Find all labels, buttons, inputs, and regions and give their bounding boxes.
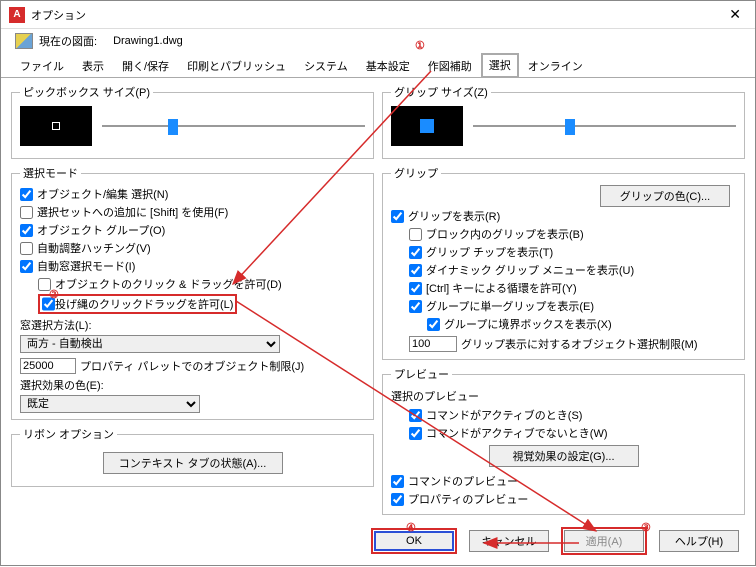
grip-group: グリップ グリップの色(C)... グリップを表示(R) ブロック内のグリップを… [382, 165, 745, 360]
chk-grip-ctrl[interactable] [409, 282, 422, 295]
grip-legend: グリップ [391, 165, 441, 181]
grip-preview [391, 106, 463, 146]
preview-legend: プレビュー [391, 366, 452, 382]
chk-cmd-active[interactable] [409, 409, 422, 422]
pickbox-size-group: ピックボックス サイズ(P) [11, 84, 374, 159]
lbl-cmd-active: コマンドがアクティブのとき(S) [426, 407, 582, 423]
help-button[interactable]: ヘルプ(H) [659, 530, 739, 552]
lbl-grip-tip: グリップ チップを表示(T) [426, 244, 553, 260]
lbl-grip-dyn: ダイナミック グリップ メニューを表示(U) [426, 262, 634, 278]
drawing-icon [15, 33, 33, 49]
lbl-auto-hatch: 自動調整ハッチング(V) [37, 240, 151, 256]
visual-effect-button[interactable]: 視覚効果の設定(G)... [489, 445, 639, 467]
lbl-grip-block: ブロック内のグリップを表示(B) [426, 226, 584, 242]
title-bar: A オプション ✕ [1, 1, 755, 29]
tab-file[interactable]: ファイル [11, 53, 73, 78]
current-drawing-name: Drawing1.dwg [113, 35, 183, 47]
chk-grip-block[interactable] [409, 228, 422, 241]
chk-grip-dyn[interactable] [409, 264, 422, 277]
win-method-label: 窓選択方法(L): [20, 315, 365, 335]
callout-4: ④ [406, 521, 416, 534]
tab-display[interactable]: 表示 [73, 53, 113, 78]
effect-color-select[interactable]: 既定 [20, 395, 200, 413]
callout-3: ③ [641, 521, 651, 534]
lbl-auto-window: 自動窓選択モード(I) [37, 258, 135, 274]
ribbon-group: リボン オプション コンテキスト タブの状態(A)... [11, 426, 374, 487]
tab-system[interactable]: システム [295, 53, 357, 78]
lbl-grip-ctrl: [Ctrl] キーによる循環を許可(Y) [426, 280, 577, 296]
left-column: ピックボックス サイズ(P) 選択モード オブジェクト/編集 選択(N) 選択セ… [11, 84, 374, 521]
chk-auto-window[interactable] [20, 260, 33, 273]
grip-size-group: グリップ サイズ(Z) [382, 84, 745, 159]
effect-color-label: 選択効果の色(E): [20, 375, 365, 395]
pickbox-legend: ピックボックス サイズ(P) [20, 84, 153, 100]
current-drawing-label: 現在の図面: [39, 33, 97, 49]
ribbon-legend: リボン オプション [20, 426, 117, 442]
prop-limit-label: プロパティ パレットでのオブジェクト制限(J) [80, 358, 304, 374]
chk-cmd-preview[interactable] [391, 475, 404, 488]
chk-shift-add[interactable] [20, 206, 33, 219]
lbl-shift-add: 選択セットへの追加に [Shift] を使用(F) [37, 204, 228, 220]
chk-grip-group-bbox[interactable] [427, 318, 440, 331]
grip-size-slider[interactable] [473, 117, 736, 135]
drawing-row: 現在の図面: Drawing1.dwg [1, 29, 755, 53]
footer: OK キャンセル 適用(A) ヘルプ(H) [371, 527, 739, 555]
preview-group: プレビュー 選択のプレビュー コマンドがアクティブのとき(S) コマンドがアクテ… [382, 366, 745, 515]
tab-selection[interactable]: 選択 [481, 53, 519, 78]
tab-open-save[interactable]: 開く/保存 [113, 53, 178, 78]
content: ピックボックス サイズ(P) 選択モード オブジェクト/編集 選択(N) 選択セ… [1, 78, 755, 525]
grip-color-button[interactable]: グリップの色(C)... [600, 185, 730, 207]
lbl-show-grip: グリップを表示(R) [408, 208, 500, 224]
close-icon[interactable]: ✕ [723, 6, 747, 23]
chk-grip-tip[interactable] [409, 246, 422, 259]
chk-auto-hatch[interactable] [20, 242, 33, 255]
grip-limit-input[interactable] [409, 336, 457, 352]
lbl-click-drag: オブジェクトのクリック & ドラッグを許可(D) [55, 276, 282, 292]
lbl-prop-preview: プロパティのプレビュー [408, 491, 528, 507]
tab-print-publish[interactable]: 印刷とパブリッシュ [178, 53, 295, 78]
app-icon: A [9, 7, 25, 23]
lbl-lasso: 投げ縄のクリックドラッグを許可(L) [55, 296, 233, 312]
window-title: オプション [31, 7, 86, 23]
lbl-cmd-inactive: コマンドがアクティブでないとき(W) [426, 425, 608, 441]
cancel-button[interactable]: キャンセル [469, 530, 549, 552]
callout-2: ② [49, 288, 59, 301]
chk-obj-group[interactable] [20, 224, 33, 237]
chk-grip-group-single[interactable] [409, 300, 422, 313]
callout-1: ① [415, 39, 425, 52]
right-column: グリップ サイズ(Z) グリップ グリップの色(C)... グリップを表示(R)… [382, 84, 745, 521]
tab-preferences[interactable]: 基本設定 [357, 53, 419, 78]
tab-drafting[interactable]: 作図補助 [419, 53, 481, 78]
prop-limit-input[interactable] [20, 358, 76, 374]
lbl-obj-edit: オブジェクト/編集 選択(N) [37, 186, 168, 202]
chk-prop-preview[interactable] [391, 493, 404, 506]
selection-mode-legend: 選択モード [20, 165, 81, 181]
tab-bar: ファイル 表示 開く/保存 印刷とパブリッシュ システム 基本設定 作図補助 選… [1, 53, 755, 78]
lbl-cmd-preview: コマンドのプレビュー [408, 473, 518, 489]
win-method-select[interactable]: 両方 - 自動検出 [20, 335, 280, 353]
apply-button[interactable]: 適用(A) [564, 530, 644, 552]
pickbox-slider[interactable] [102, 117, 365, 135]
lbl-grip-group-bbox: グループに境界ボックスを表示(X) [444, 316, 612, 332]
chk-obj-edit[interactable] [20, 188, 33, 201]
chk-cmd-inactive[interactable] [409, 427, 422, 440]
chk-show-grip[interactable] [391, 210, 404, 223]
ok-button[interactable]: OK [374, 531, 454, 551]
selection-mode-group: 選択モード オブジェクト/編集 選択(N) 選択セットへの追加に [Shift]… [11, 165, 374, 420]
tab-online[interactable]: オンライン [519, 53, 592, 78]
lbl-grip-group-single: グループに単一グリップを表示(E) [426, 298, 594, 314]
context-tab-state-button[interactable]: コンテキスト タブの状態(A)... [103, 452, 283, 474]
sel-preview-label: 選択のプレビュー [391, 386, 736, 406]
grip-limit-label: グリップ表示に対するオブジェクト選択制限(M) [461, 336, 698, 352]
pickbox-preview [20, 106, 92, 146]
lbl-obj-group: オブジェクト グループ(O) [37, 222, 165, 238]
grip-size-legend: グリップ サイズ(Z) [391, 84, 491, 100]
